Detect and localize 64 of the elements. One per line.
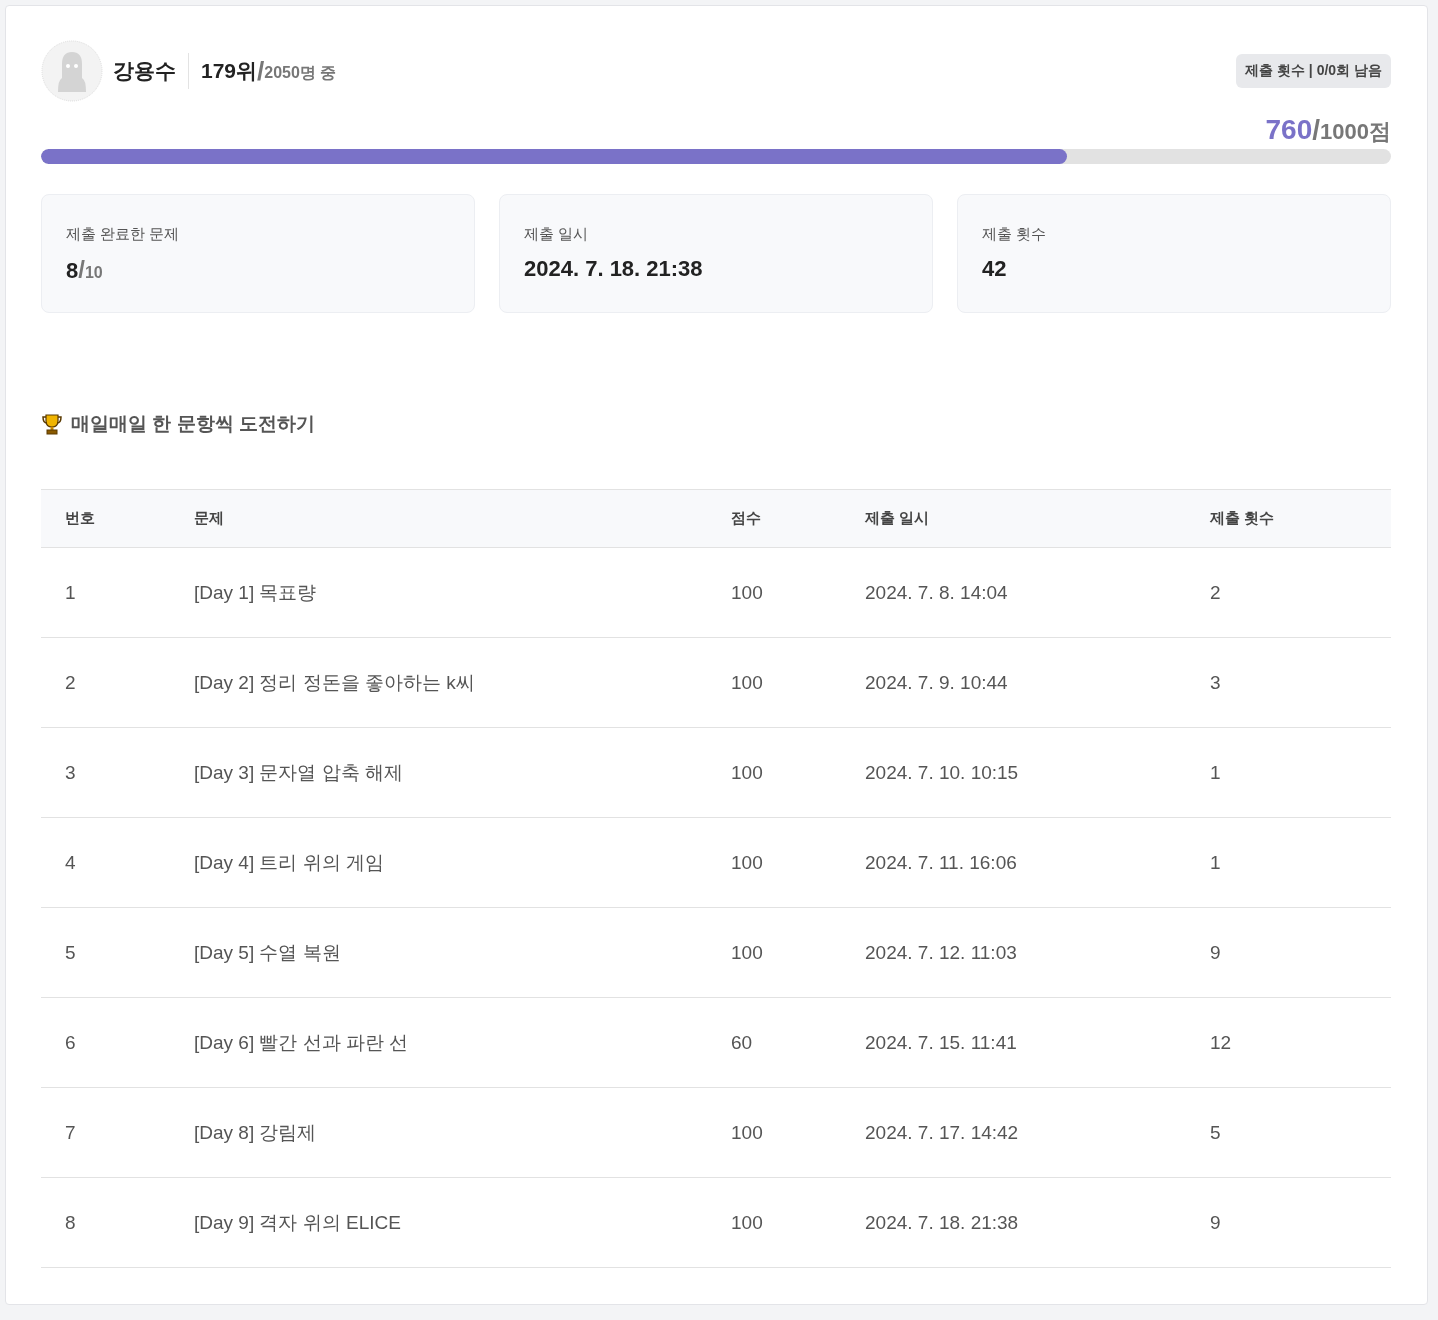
table-cell: [Day 6] 빨간 선과 파란 선 xyxy=(193,997,730,1088)
table-cell: 3 xyxy=(1209,637,1391,728)
table-cell: 1 xyxy=(41,547,193,638)
slash: / xyxy=(78,256,85,284)
column-header: 번호 xyxy=(41,489,193,548)
table-cell: 6 xyxy=(41,997,193,1088)
table-cell: [Day 4] 트리 위의 게임 xyxy=(193,817,730,908)
table-cell: 7 xyxy=(41,1087,193,1178)
table-cell: 2024. 7. 18. 21:38 xyxy=(864,1177,1209,1268)
stat-value: 2024. 7. 18. 21:38 xyxy=(524,256,703,282)
stat-label: 제출 횟수 xyxy=(982,225,1048,244)
stat-label: 제출 완료한 문제 xyxy=(66,225,181,244)
table-cell: 2024. 7. 15. 11:41 xyxy=(864,997,1209,1088)
table-cell: 12 xyxy=(1209,997,1391,1088)
table-cell: 100 xyxy=(730,547,864,638)
rank-total: 2050명 중 xyxy=(264,63,337,83)
stat-total: 10 xyxy=(84,264,103,282)
user-name: 강용수 xyxy=(113,58,176,84)
table-cell: 100 xyxy=(730,727,864,818)
table-cell: 1 xyxy=(1209,727,1391,818)
table-cell: 100 xyxy=(730,817,864,908)
table-cell: 9 xyxy=(1209,1177,1391,1268)
table-cell: 1 xyxy=(1209,817,1391,908)
slash: / xyxy=(1312,114,1321,146)
column-header: 문제 xyxy=(193,489,730,548)
max-score: 1000점 xyxy=(1320,118,1391,146)
table-cell: 2 xyxy=(1209,547,1391,638)
stat-value: 8 xyxy=(66,258,79,284)
table-cell: [Day 8] 강림제 xyxy=(193,1087,730,1178)
table-cell: 2 xyxy=(41,637,193,728)
table-cell: 2024. 7. 9. 10:44 xyxy=(864,637,1209,728)
rank: 179위 xyxy=(201,58,258,84)
table-cell: 3 xyxy=(41,727,193,818)
table-cell: [Day 9] 격자 위의 ELICE xyxy=(193,1177,730,1268)
table-cell: 2024. 7. 8. 14:04 xyxy=(864,547,1209,638)
table-cell: 5 xyxy=(1209,1087,1391,1178)
section-title: 매일매일 한 문항씩 도전하기 xyxy=(71,412,315,436)
table-cell: 9 xyxy=(1209,907,1391,998)
score: 760 xyxy=(1265,114,1313,146)
table-cell: 100 xyxy=(730,1177,864,1268)
table-cell: 5 xyxy=(41,907,193,998)
slash: / xyxy=(257,55,265,87)
avatar-icon xyxy=(41,40,103,102)
attempts-badge: 제출 횟수 | 0/0회 남음 xyxy=(1236,54,1391,88)
table-cell: 8 xyxy=(41,1177,193,1268)
table-cell: 2024. 7. 17. 14:42 xyxy=(864,1087,1209,1178)
stat-value: 42 xyxy=(982,256,1007,282)
column-header: 제출 일시 xyxy=(864,489,1209,548)
column-header: 점수 xyxy=(730,489,864,548)
table-cell: 2024. 7. 10. 10:15 xyxy=(864,727,1209,818)
table-cell: 60 xyxy=(730,997,864,1088)
table-cell: [Day 5] 수열 복원 xyxy=(193,907,730,998)
table-cell: [Day 3] 문자열 압축 해제 xyxy=(193,727,730,818)
table-cell: [Day 2] 정리 정돈을 좋아하는 k씨 xyxy=(193,637,730,728)
table-cell: [Day 1] 목표량 xyxy=(193,547,730,638)
table-cell: 100 xyxy=(730,907,864,998)
table-cell: 2024. 7. 11. 16:06 xyxy=(864,817,1209,908)
column-header: 제출 횟수 xyxy=(1209,489,1391,548)
table-cell: 100 xyxy=(730,1087,864,1178)
table-cell: 100 xyxy=(730,637,864,728)
stat-label: 제출 일시 xyxy=(524,225,590,244)
table-cell: 2024. 7. 12. 11:03 xyxy=(864,907,1209,998)
table-cell: 4 xyxy=(41,817,193,908)
trophy-icon xyxy=(41,413,63,435)
